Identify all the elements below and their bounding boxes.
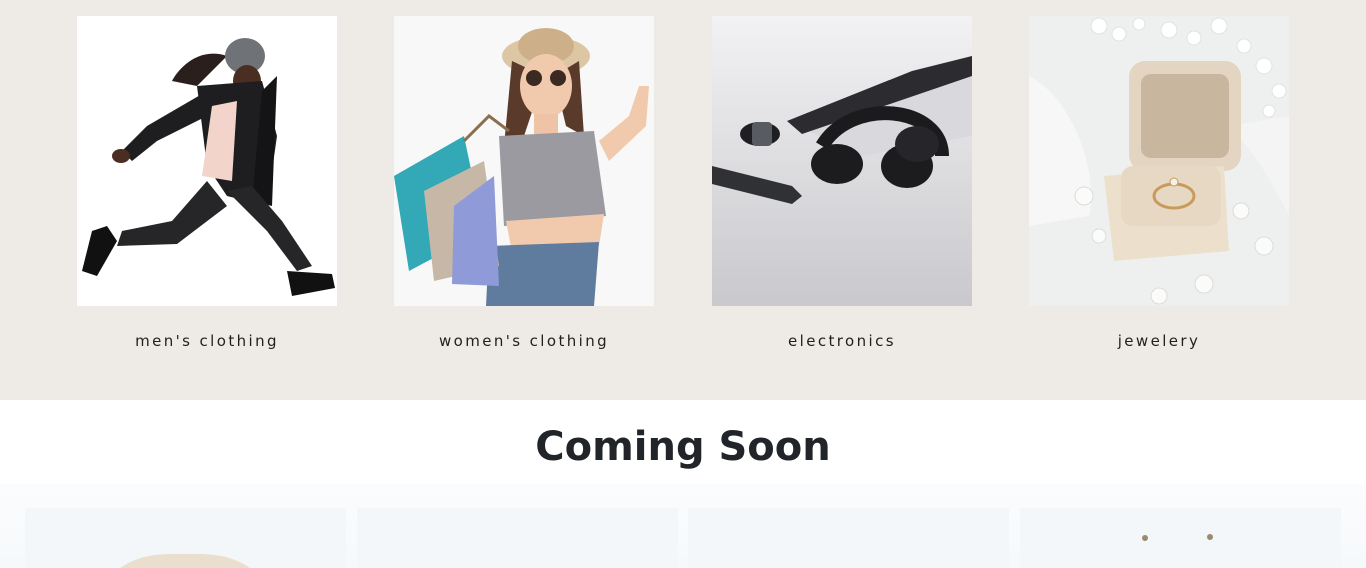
coming-soon-heading: Coming Soon bbox=[535, 424, 831, 470]
shirt-photo bbox=[120, 553, 250, 568]
category-card-womens-clothing[interactable]: women's clothing bbox=[394, 16, 654, 350]
product-photo bbox=[688, 508, 1009, 568]
category-label[interactable]: electronics bbox=[712, 332, 972, 350]
earrings-photo bbox=[1142, 534, 1213, 541]
ring-box-photo[interactable] bbox=[1029, 16, 1289, 306]
category-label[interactable]: men's clothing bbox=[77, 332, 337, 350]
category-label[interactable]: women's clothing bbox=[394, 332, 654, 350]
coming-soon-product-card[interactable] bbox=[357, 508, 678, 568]
headphones-laptop-phone-photo[interactable] bbox=[712, 16, 972, 306]
coming-soon-product-card[interactable] bbox=[688, 508, 1009, 568]
category-card-mens-clothing[interactable]: men's clothing bbox=[77, 16, 337, 350]
product-photo bbox=[357, 508, 678, 568]
woman-shopping-bags-photo[interactable] bbox=[394, 16, 654, 306]
jumping-man-photo[interactable] bbox=[77, 16, 337, 306]
categories-section: men's clothing women's clothing electron… bbox=[0, 0, 1366, 400]
category-card-electronics[interactable]: electronics bbox=[712, 16, 972, 350]
coming-soon-product-card[interactable] bbox=[25, 508, 346, 568]
category-card-jewelery[interactable]: jewelery bbox=[1029, 16, 1289, 350]
category-label[interactable]: jewelery bbox=[1029, 332, 1289, 350]
coming-soon-product-card[interactable] bbox=[1020, 508, 1341, 568]
